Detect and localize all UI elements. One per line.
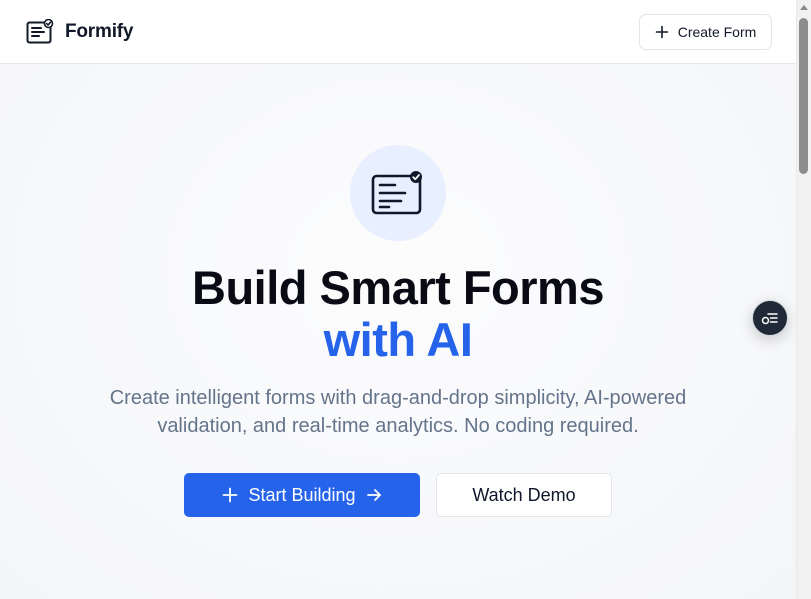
viewport: Formify Create Form Build Smart Forms wi… <box>0 0 811 599</box>
create-form-label: Create Form <box>677 24 757 40</box>
start-building-button[interactable]: Start Building <box>184 473 420 517</box>
hero-icon-circle <box>350 145 446 241</box>
page: Formify Create Form Build Smart Forms wi… <box>0 0 796 599</box>
plus-icon <box>655 25 669 39</box>
scroll-up-arrow-icon[interactable] <box>800 5 808 10</box>
brand[interactable]: Formify <box>26 19 133 45</box>
brand-name: Formify <box>65 21 134 42</box>
vertical-scrollbar[interactable] <box>796 0 811 599</box>
form-check-icon <box>371 171 422 215</box>
plus-icon <box>223 487 238 503</box>
watch-demo-button[interactable]: Watch Demo <box>436 473 612 517</box>
headline-line-1: Build Smart Forms <box>192 261 604 314</box>
start-building-label: Start Building <box>248 484 356 505</box>
headline-line-2: with AI <box>323 313 473 366</box>
create-form-button[interactable]: Create Form <box>639 14 772 50</box>
top-navbar: Formify Create Form <box>0 0 796 64</box>
arrow-right-icon <box>366 489 381 501</box>
watch-demo-label: Watch Demo <box>472 484 576 505</box>
floating-action-button[interactable] <box>752 300 788 336</box>
hero-headline: Build Smart Forms with AI <box>0 262 796 366</box>
scrollbar-thumb[interactable] <box>799 18 808 174</box>
form-check-icon <box>26 19 54 44</box>
settings-list-icon <box>761 313 778 325</box>
hero-subtitle: Create intelligent forms with drag-and-d… <box>109 387 687 437</box>
